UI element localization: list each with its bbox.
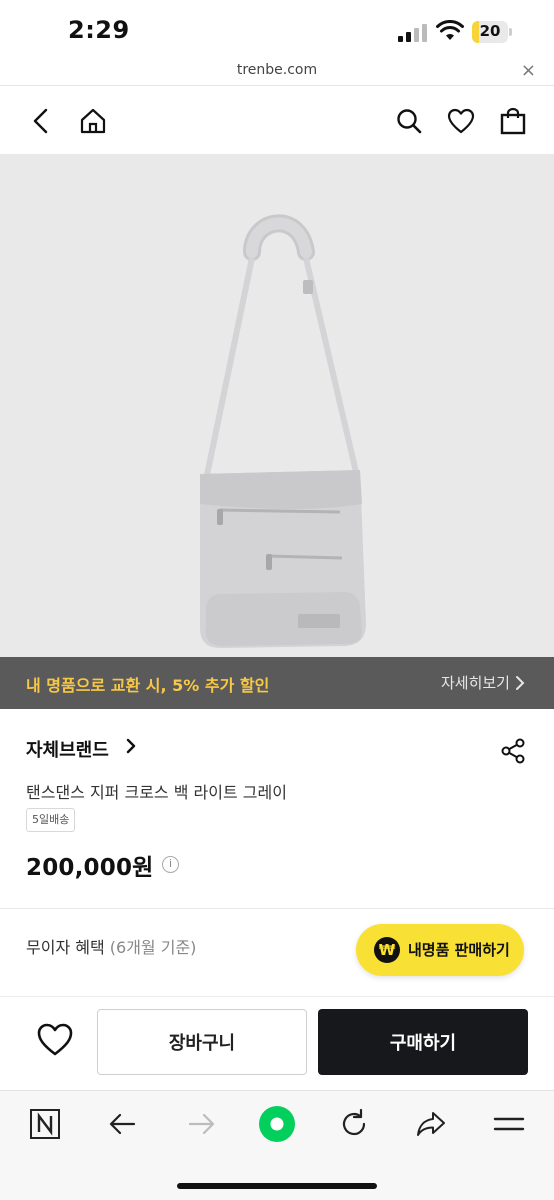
- sell-my-luxury-button[interactable]: ₩ 내명품 판매하기: [356, 924, 524, 976]
- delivery-badge: 5일배송: [26, 808, 76, 832]
- chevron-right-icon: [126, 738, 136, 754]
- battery-level: 20: [479, 22, 501, 40]
- heart-icon[interactable]: [446, 106, 476, 136]
- wishlist-heart-icon[interactable]: [34, 1019, 76, 1061]
- share-arrow-icon[interactable]: [414, 1107, 448, 1141]
- crossbody-bag-image: [200, 214, 366, 648]
- brand-link[interactable]: 자체브랜드: [26, 736, 136, 762]
- url-bar[interactable]: trenbe.com ×: [0, 58, 554, 86]
- forward-arrow-icon[interactable]: [184, 1107, 218, 1141]
- add-to-cart-button[interactable]: 장바구니: [97, 1009, 307, 1075]
- back-icon[interactable]: [26, 106, 56, 136]
- divider: [0, 908, 554, 909]
- refresh-icon[interactable]: [337, 1107, 371, 1141]
- status-bar: 2:29 20: [0, 0, 554, 58]
- wifi-icon: [436, 20, 464, 40]
- home-icon[interactable]: [78, 106, 108, 136]
- url-domain[interactable]: trenbe.com: [0, 62, 554, 78]
- sell-button-label: 내명품 판매하기: [408, 941, 510, 959]
- product-name: 탠스댄스 지퍼 크로스 백 라이트 그레이: [26, 783, 287, 802]
- shopping-bag-icon[interactable]: [498, 106, 528, 136]
- interest-free-detail: (6개월 기준): [109, 938, 197, 957]
- top-navigation: [0, 86, 554, 154]
- product-image[interactable]: [0, 154, 554, 657]
- promo-detail-link[interactable]: 자세히보기: [441, 672, 510, 693]
- chevron-right-icon: [516, 676, 525, 690]
- info-icon[interactable]: i: [162, 856, 179, 873]
- menu-icon[interactable]: [492, 1107, 526, 1141]
- product-price: 200,000원: [26, 855, 154, 881]
- cellular-signal-icon: [398, 24, 427, 42]
- won-coin-icon: ₩: [374, 937, 400, 963]
- brand-name[interactable]: 자체브랜드: [26, 740, 109, 761]
- green-dot-icon[interactable]: [258, 1105, 296, 1143]
- buy-now-button[interactable]: 구매하기: [318, 1009, 528, 1075]
- interest-free-label: 무이자 혜택: [26, 938, 105, 957]
- status-time: 2:29: [68, 16, 130, 44]
- home-indicator: [177, 1183, 377, 1189]
- interest-free-info[interactable]: 무이자 혜택 (6개월 기준): [26, 934, 196, 958]
- naver-n-icon[interactable]: [28, 1107, 62, 1141]
- back-arrow-icon[interactable]: [106, 1107, 140, 1141]
- promo-text: 내 명품으로 교환 시, 5% 추가 할인: [26, 676, 270, 695]
- battery-icon: 20: [472, 21, 512, 43]
- purchase-action-bar: 장바구니 구매하기: [0, 996, 554, 1090]
- close-icon[interactable]: ×: [521, 60, 536, 81]
- promo-banner[interactable]: 내 명품으로 교환 시, 5% 추가 할인 자세히보기: [0, 657, 554, 709]
- share-icon[interactable]: [500, 738, 526, 764]
- search-icon[interactable]: [394, 106, 424, 136]
